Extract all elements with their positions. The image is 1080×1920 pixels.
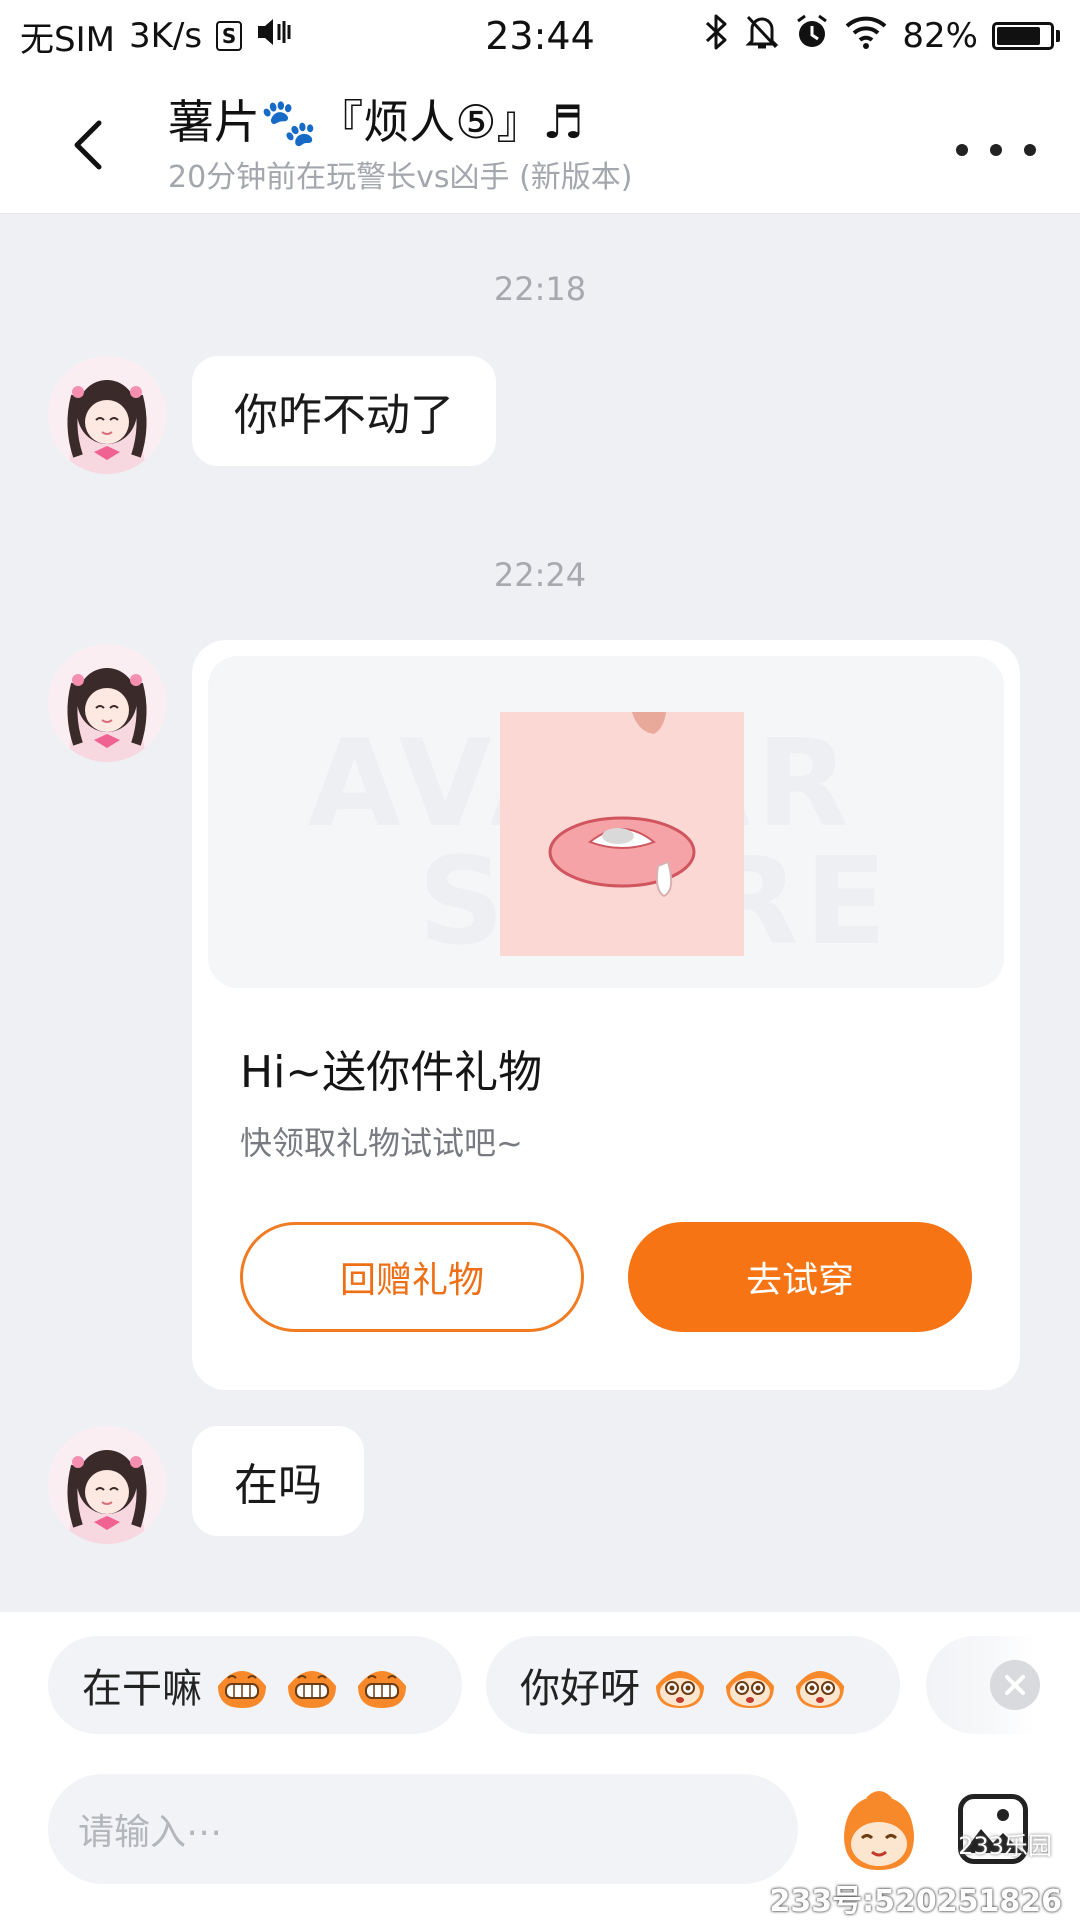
message-timestamp: 22:18: [493, 270, 587, 308]
vibrate-icon: [256, 14, 296, 58]
gift-title: Hi~送你件礼物: [240, 1047, 543, 1098]
status-left: 无SIM 3K/s S: [20, 12, 296, 61]
gift-banner: AVATAR STORE: [208, 656, 1004, 988]
grinning-mascot-icon: [218, 1671, 266, 1708]
emoji-mascot-button[interactable]: [836, 1788, 922, 1874]
close-quick-replies-button[interactable]: [990, 1660, 1040, 1710]
more-dot: [990, 144, 1002, 156]
more-options-button[interactable]: [956, 130, 1036, 170]
gift-message-card[interactable]: AVATAR STORE Hi~送你件礼物 快领取礼物试试吧~ 回赠礼物 去试穿: [192, 640, 1020, 1390]
message-bubble[interactable]: 你咋不动了: [192, 356, 496, 466]
grinning-mascot-icon: [288, 1671, 336, 1708]
battery-icon: [992, 22, 1060, 50]
grinning-mascot-icon: [358, 1671, 406, 1708]
gift-description: 快领取礼物试试吧~: [240, 1124, 523, 1162]
mute-bell-icon: [744, 13, 780, 60]
watermark-logo: 233乐园: [958, 1832, 1052, 1860]
wide-eyed-mascot-icon: [796, 1671, 844, 1708]
mascot-face-icon: [844, 1791, 914, 1870]
wifi-icon: [844, 14, 888, 59]
avatar[interactable]: [48, 644, 166, 762]
chevron-left-icon: [74, 120, 102, 170]
alarm-icon: [794, 13, 830, 60]
try-on-button[interactable]: 去试穿: [628, 1222, 972, 1332]
contact-name: 薯片🐾『烦人⑤』♬: [168, 95, 584, 149]
wide-eyed-mascot-icon: [726, 1671, 774, 1708]
back-button[interactable]: [58, 110, 118, 180]
contact-status: 20分钟前在玩警长vs凶手 (新版本): [168, 160, 633, 195]
quick-reply-text: 你好呀: [520, 1666, 640, 1712]
net-speed-label: 3K/s: [128, 16, 203, 56]
quick-reply-chip[interactable]: 你好呀: [486, 1636, 900, 1734]
more-dot: [1024, 144, 1036, 156]
bluetooth-icon: [704, 13, 730, 60]
carrier-label: 无SIM: [20, 19, 115, 60]
quick-reply-chip[interactable]: 在干嘛: [48, 1636, 462, 1734]
battery-percent: 82%: [902, 16, 978, 56]
status-right: 82%: [704, 13, 1060, 60]
gift-item-image: [500, 712, 744, 956]
message-timestamp: 22:24: [493, 556, 587, 594]
avatar[interactable]: [48, 356, 166, 474]
status-bar: 无SIM 3K/s S 23:44 82%: [0, 0, 1080, 72]
quick-reply-text: 在干嘛: [82, 1666, 202, 1712]
more-dot: [956, 144, 968, 156]
input-placeholder: 请输入⋯: [78, 1812, 223, 1853]
avatar[interactable]: [48, 1426, 166, 1544]
sim-icon: S: [216, 21, 243, 51]
message-input[interactable]: 请输入⋯: [48, 1774, 798, 1884]
message-bubble[interactable]: 在吗: [192, 1426, 364, 1536]
chat-header: 薯片🐾『烦人⑤』♬ 20分钟前在玩警长vs凶手 (新版本): [0, 72, 1080, 214]
return-gift-button[interactable]: 回赠礼物: [240, 1222, 584, 1332]
close-icon: [1005, 1675, 1025, 1695]
wide-eyed-mascot-icon: [656, 1671, 704, 1708]
watermark-user-id: 233号:520251826: [769, 1884, 1063, 1919]
